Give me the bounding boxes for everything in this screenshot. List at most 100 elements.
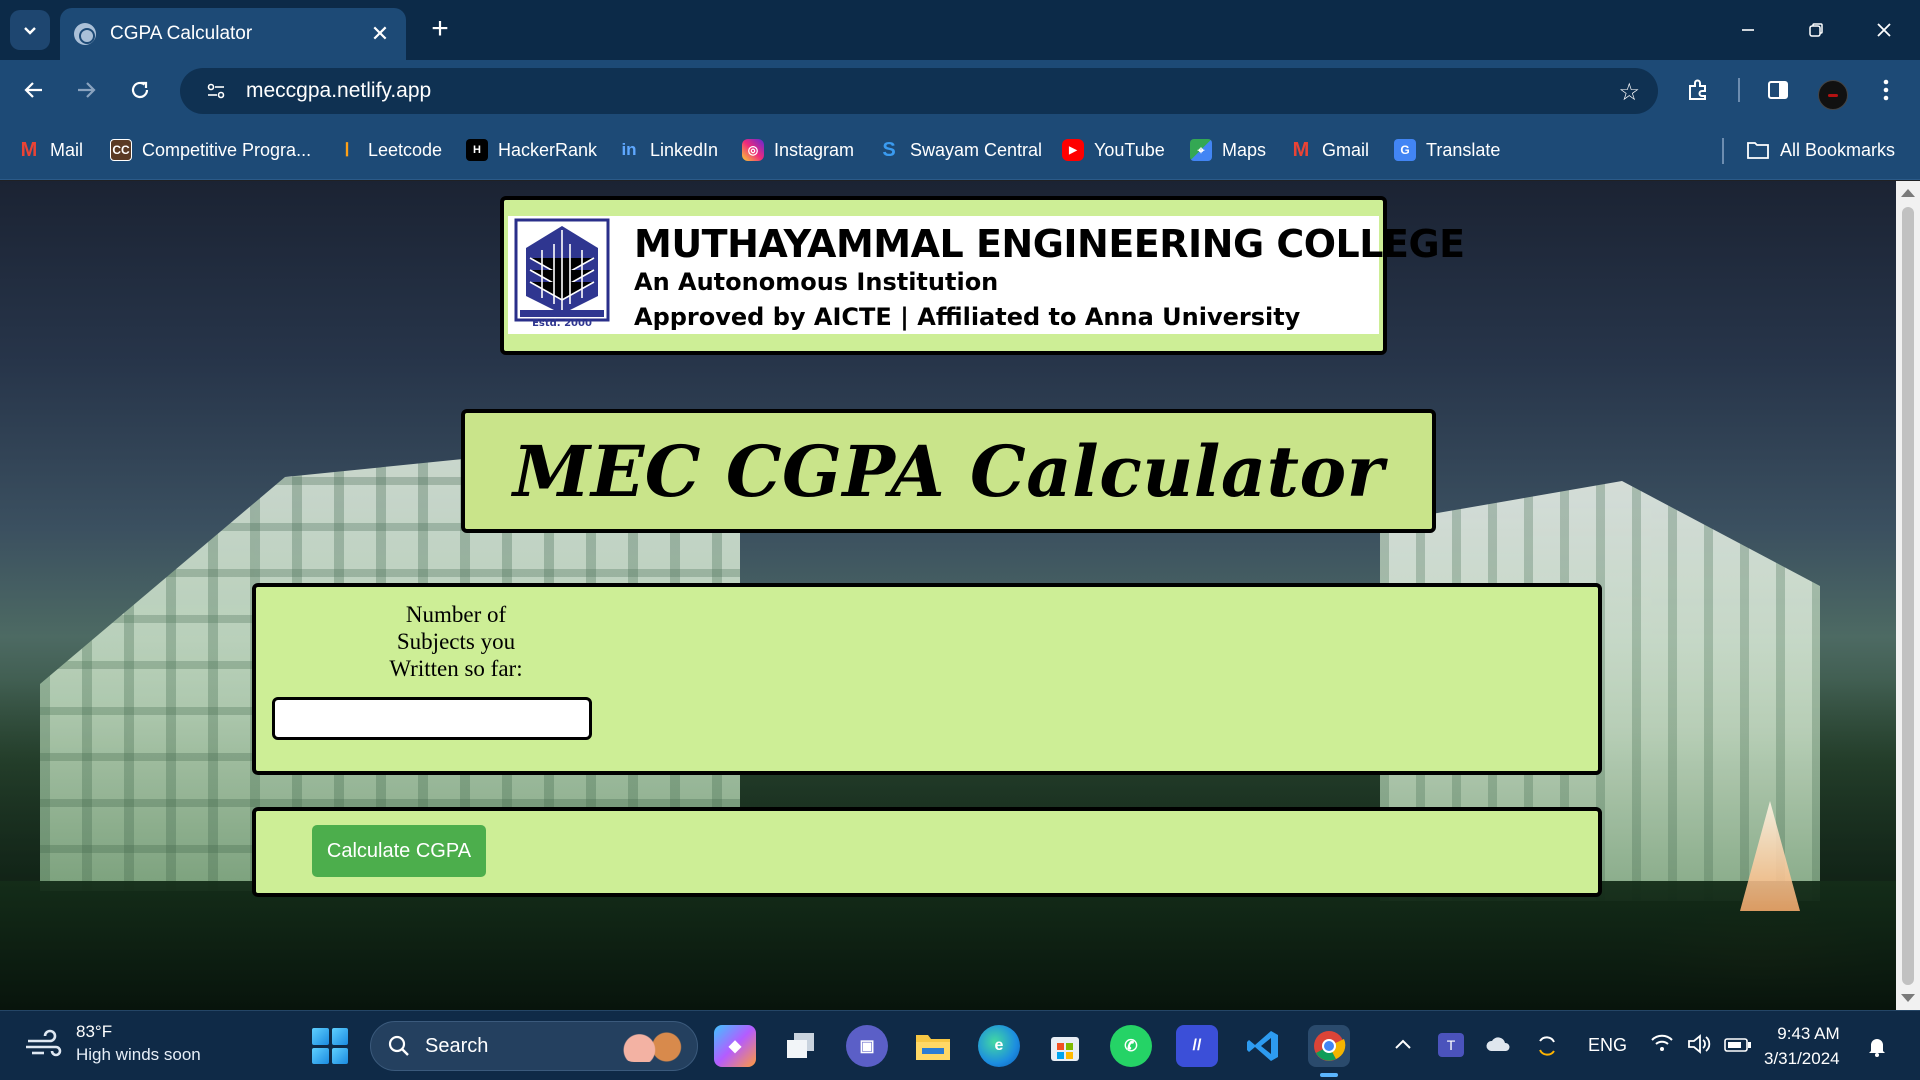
college-header-banner: Estd. 2000 MUTHAYAMMAL ENGINEERING COLLE… bbox=[508, 216, 1465, 334]
toolbar-divider bbox=[1738, 78, 1740, 102]
puzzle-icon bbox=[1689, 79, 1706, 100]
college-subtitle: An Autonomous Institution bbox=[634, 268, 999, 296]
bookmarks-divider bbox=[1722, 138, 1724, 164]
chrome-icon[interactable] bbox=[1308, 1025, 1350, 1077]
bookmark-label: HackerRank bbox=[498, 139, 598, 160]
restore-button[interactable] bbox=[1792, 10, 1840, 50]
onedrive-icon[interactable] bbox=[1484, 1033, 1514, 1055]
bookmark-youtube[interactable]: ▶ YouTube bbox=[1062, 134, 1165, 166]
college-header-card: Estd. 2000 MUTHAYAMMAL ENGINEERING COLLE… bbox=[500, 196, 1465, 355]
stylus-app-icon[interactable]: // bbox=[1176, 1025, 1218, 1067]
weather-temperature: 83°F bbox=[76, 1022, 113, 1041]
start-button[interactable] bbox=[312, 1028, 348, 1064]
calculate-panel: Calculate CGPA bbox=[252, 807, 1602, 897]
reload-icon bbox=[131, 81, 149, 99]
bookmark-instagram[interactable]: ◎ Instagram bbox=[742, 134, 854, 166]
bookmark-label: Translate bbox=[1426, 139, 1501, 160]
site-info-icon[interactable] bbox=[202, 77, 230, 105]
all-bookmarks-button[interactable]: All Bookmarks bbox=[1746, 134, 1895, 166]
url-text[interactable]: meccgpa.netlify.app bbox=[246, 79, 431, 103]
page-viewport: Estd. 2000 MUTHAYAMMAL ENGINEERING COLLE… bbox=[0, 181, 1896, 1010]
windows-logo-pane bbox=[312, 1047, 329, 1064]
store-icon[interactable] bbox=[1044, 1025, 1086, 1067]
bookmark-translate[interactable]: G Translate bbox=[1394, 134, 1500, 166]
teams-tray-icon[interactable]: T bbox=[1438, 1033, 1464, 1057]
bookmark-label: YouTube bbox=[1094, 139, 1165, 160]
taskbar-search-label: Search bbox=[425, 1034, 489, 1057]
bookmark-label: LinkedIn bbox=[650, 139, 719, 160]
scroll-down-icon[interactable] bbox=[1901, 994, 1915, 1002]
bookmark-linkedin[interactable]: in LinkedIn bbox=[618, 134, 718, 166]
language-indicator[interactable]: ENG bbox=[1588, 1035, 1627, 1056]
close-icon bbox=[1877, 23, 1891, 37]
close-window-button[interactable] bbox=[1860, 10, 1908, 50]
bookmark-star-icon[interactable]: ☆ bbox=[1618, 78, 1640, 107]
side-panel-button[interactable] bbox=[1760, 74, 1796, 106]
task-view-icon[interactable] bbox=[780, 1025, 822, 1067]
forward-arrow-icon bbox=[78, 82, 96, 98]
profile-avatar[interactable] bbox=[1818, 80, 1848, 110]
whatsapp-icon[interactable]: ✆ bbox=[1110, 1025, 1152, 1067]
college-logo: Estd. 2000 bbox=[514, 218, 610, 329]
side-panel-icon bbox=[1768, 81, 1788, 99]
tab-close-icon[interactable]: ✕ bbox=[368, 21, 392, 47]
bookmark-competitive-programming[interactable]: CC Competitive Progra... bbox=[110, 134, 311, 166]
tab-search-button[interactable] bbox=[10, 10, 50, 50]
teams-meet-icon[interactable]: ▣ bbox=[846, 1025, 888, 1067]
copilot-icon[interactable]: ◆ bbox=[714, 1025, 756, 1067]
logo-estd-text: Estd. 2000 bbox=[532, 318, 592, 329]
minimize-button[interactable] bbox=[1724, 10, 1772, 50]
new-tab-button[interactable]: + bbox=[422, 12, 458, 48]
address-bar[interactable]: meccgpa.netlify.app ☆ bbox=[180, 68, 1658, 114]
instagram-icon: ◎ bbox=[742, 139, 764, 161]
extensions-button[interactable] bbox=[1680, 74, 1716, 106]
college-approval: Approved by AICTE | Affiliated to Anna U… bbox=[634, 303, 1301, 331]
wifi-icon[interactable] bbox=[1650, 1033, 1674, 1053]
notification-bell-icon[interactable] bbox=[1866, 1035, 1888, 1057]
edge-icon[interactable]: e bbox=[978, 1025, 1020, 1067]
bookmark-label: Gmail bbox=[1322, 139, 1370, 160]
bookmark-label: Instagram bbox=[774, 139, 855, 160]
vscode-icon[interactable] bbox=[1242, 1025, 1284, 1067]
windows-logo-pane bbox=[331, 1028, 348, 1045]
file-explorer-icon[interactable] bbox=[912, 1025, 954, 1067]
bookmark-label: Maps bbox=[1222, 139, 1267, 160]
scroll-up-icon[interactable] bbox=[1901, 189, 1915, 197]
tab-title: CGPA Calculator bbox=[110, 23, 253, 44]
bookmark-hackerrank[interactable]: H HackerRank bbox=[466, 134, 597, 166]
system-clock[interactable]: 9:43 AM 3/31/2024 bbox=[1764, 1021, 1840, 1071]
folder-icon bbox=[1747, 142, 1769, 159]
subjects-count-input[interactable] bbox=[272, 697, 592, 740]
sync-icon[interactable] bbox=[1534, 1033, 1560, 1059]
gmail-icon: M bbox=[1292, 138, 1310, 161]
chevron-down-icon bbox=[24, 27, 36, 35]
calculate-cgpa-button[interactable]: Calculate CGPA bbox=[312, 825, 486, 877]
browser-menu-button[interactable] bbox=[1868, 74, 1904, 106]
taskbar-search[interactable]: Search bbox=[370, 1021, 698, 1071]
bookmark-mail[interactable]: M Mail bbox=[18, 134, 83, 166]
bookmark-leetcode[interactable]: ⅼ Leetcode bbox=[336, 134, 442, 166]
translate-icon: G bbox=[1394, 139, 1416, 161]
reload-button[interactable] bbox=[120, 72, 160, 108]
chevron-up-icon[interactable] bbox=[1394, 1037, 1412, 1051]
bookmarks-bar: M Mail CC Competitive Progra... ⅼ Leetco… bbox=[0, 120, 1920, 180]
windows-logo-pane bbox=[331, 1047, 348, 1064]
bookmark-maps[interactable]: ⌖ Maps bbox=[1190, 134, 1266, 166]
gmail-icon: M bbox=[20, 138, 38, 161]
back-button[interactable] bbox=[14, 72, 54, 108]
bookmark-label: Competitive Progra... bbox=[142, 139, 312, 160]
windows-logo-pane bbox=[312, 1028, 329, 1045]
scrollbar-thumb[interactable] bbox=[1902, 207, 1914, 985]
battery-icon[interactable] bbox=[1724, 1037, 1752, 1053]
page-scrollbar[interactable] bbox=[1896, 181, 1920, 1010]
all-bookmarks-label: All Bookmarks bbox=[1780, 139, 1896, 160]
subjects-count-label: Number of Subjects you Written so far: bbox=[389, 602, 523, 681]
active-tab[interactable]: CGPA Calculator ✕ bbox=[60, 8, 406, 60]
tab-strip: CGPA Calculator ✕ + bbox=[0, 0, 1920, 60]
forward-button[interactable] bbox=[66, 72, 106, 108]
bookmark-gmail[interactable]: M Gmail bbox=[1290, 134, 1369, 166]
bookmark-swayam[interactable]: S Swayam Central bbox=[878, 134, 1042, 166]
weather-widget[interactable]: 83°F High winds soon bbox=[24, 1021, 201, 1067]
more-vert-icon bbox=[1883, 79, 1889, 101]
volume-icon[interactable] bbox=[1686, 1033, 1712, 1055]
